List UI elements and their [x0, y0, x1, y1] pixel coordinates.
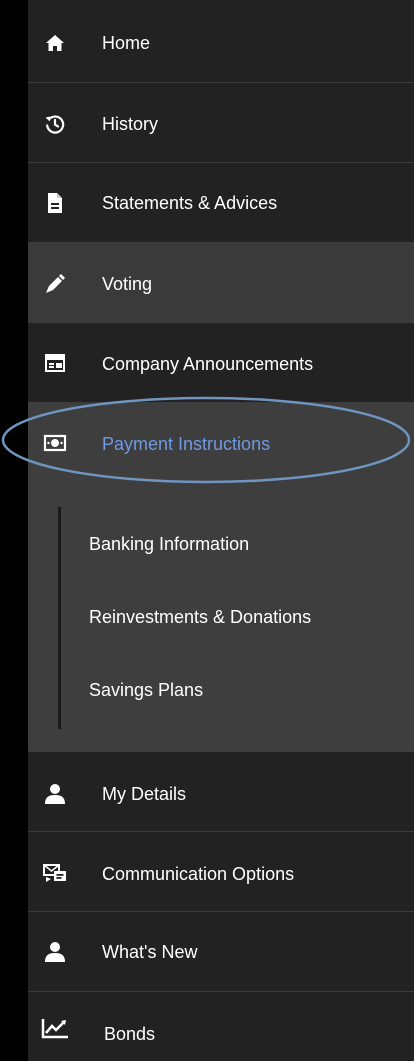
- home-icon: [43, 31, 67, 55]
- submenu-item-savings-plans[interactable]: Savings Plans: [89, 679, 203, 701]
- menu-item-whats-new[interactable]: What's New: [28, 911, 414, 991]
- payment-submenu: Banking Information Reinvestments & Dona…: [28, 483, 414, 751]
- menu-item-label: Statements & Advices: [102, 193, 278, 213]
- pen-icon: [43, 272, 67, 296]
- submenu-divider: [58, 507, 61, 729]
- menu-item-label: History: [102, 114, 159, 134]
- menu-item-bonds[interactable]: Bonds: [28, 991, 414, 1061]
- menu-item-voting[interactable]: Voting: [28, 242, 414, 322]
- menu-item-label: Communication Options: [102, 864, 295, 884]
- menu-item-my-details[interactable]: My Details: [28, 751, 414, 831]
- menu-item-label: Company Announcements: [102, 354, 314, 374]
- money-icon: [43, 431, 67, 455]
- history-icon: [43, 112, 67, 136]
- page-frame: Home History Statements & Advices Voting…: [0, 0, 414, 1061]
- document-icon: [43, 191, 67, 215]
- chart-icon: [41, 1016, 69, 1040]
- menu-item-home[interactable]: Home: [28, 0, 414, 82]
- announcement-icon: [43, 351, 67, 375]
- menu-item-label: Home: [102, 33, 151, 53]
- submenu-item-reinvestments-donations[interactable]: Reinvestments & Donations: [89, 606, 311, 628]
- menu-item-communication-options[interactable]: Communication Options: [28, 831, 414, 911]
- menu-item-history[interactable]: History: [28, 82, 414, 162]
- menu-item-label: Payment Instructions: [102, 434, 271, 454]
- user-icon: [43, 782, 67, 806]
- menu-item-label: Bonds: [104, 1024, 156, 1044]
- user-icon: [43, 940, 67, 964]
- side-menu: Home History Statements & Advices Voting…: [28, 0, 414, 1061]
- menu-item-label: Voting: [102, 274, 153, 294]
- menu-item-label: What's New: [102, 942, 198, 962]
- menu-item-company-announcements[interactable]: Company Announcements: [28, 322, 414, 402]
- submenu-item-banking-information[interactable]: Banking Information: [89, 533, 249, 555]
- menu-item-payment-instructions[interactable]: Payment Instructions: [28, 402, 414, 483]
- menu-item-statements[interactable]: Statements & Advices: [28, 162, 414, 242]
- menu-item-label: My Details: [102, 784, 187, 804]
- communication-icon: [43, 861, 67, 885]
